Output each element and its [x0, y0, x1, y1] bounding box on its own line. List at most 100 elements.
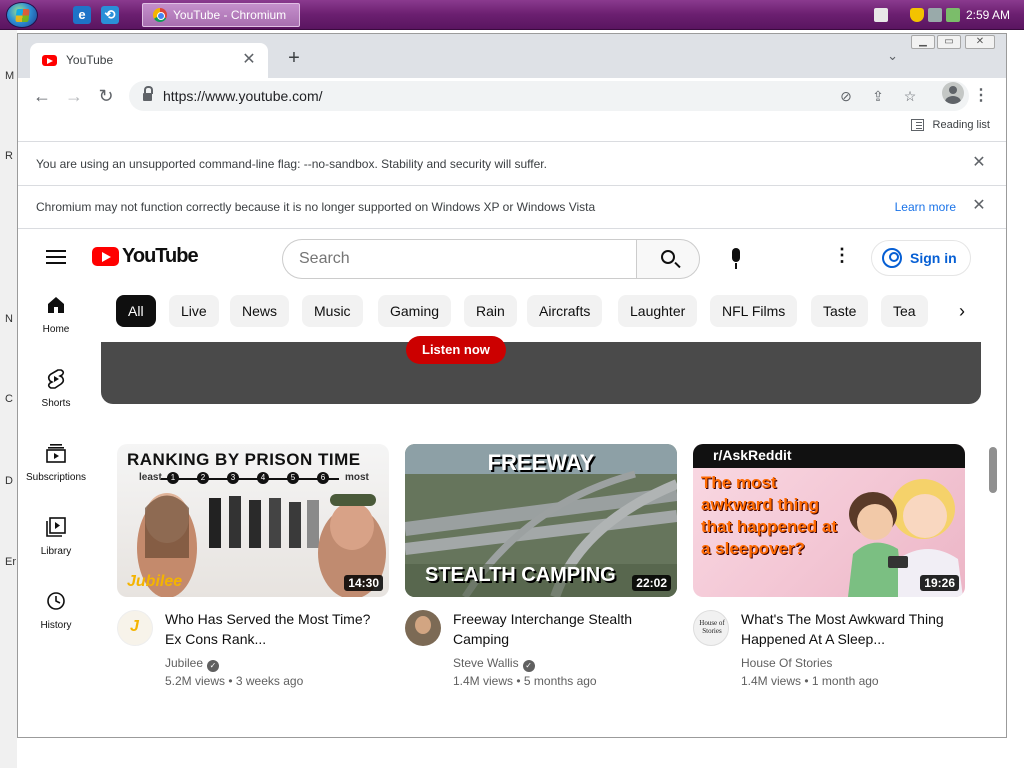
profile-avatar[interactable]	[942, 82, 964, 104]
taskbar-chromium-window[interactable]: YouTube - Chromium	[142, 3, 300, 27]
sidebar-item-shorts[interactable]: Shorts	[18, 359, 94, 423]
bookmark-star-icon[interactable]: ☆	[900, 86, 920, 106]
internet-explorer-icon[interactable]: e	[73, 6, 91, 24]
security-shield-icon[interactable]	[910, 8, 924, 22]
desktop-icon-label[interactable]: C	[5, 393, 13, 405]
subscriptions-icon	[46, 444, 66, 463]
chip-gaming[interactable]: Gaming	[378, 295, 452, 327]
tab-title: YouTube	[66, 53, 114, 67]
clock[interactable]: 2:59 AM	[966, 8, 1010, 22]
tab-search-chevron-icon[interactable]: ⌄	[887, 48, 898, 64]
youtube-favicon-icon	[42, 55, 57, 66]
listen-now-button[interactable]: Listen now	[406, 336, 506, 364]
thumbnail-text: RANKING BY PRISON TIME	[127, 450, 361, 469]
taskbar-window-title: YouTube - Chromium	[173, 8, 287, 22]
minimize-button[interactable]: ▁	[911, 35, 935, 49]
channel-avatar[interactable]: House of Stories	[693, 610, 729, 646]
chip-rain[interactable]: Rain	[464, 295, 517, 327]
desktop-icon-label[interactable]: M	[5, 70, 14, 82]
tab-youtube[interactable]: YouTube ✕	[30, 43, 268, 78]
desktop-icon-label[interactable]: Er	[5, 556, 16, 568]
chip-laughter[interactable]: Laughter	[618, 295, 698, 327]
chip-nfl-films[interactable]: NFL Films	[710, 295, 798, 327]
thumbnail-text: Jubilee	[127, 573, 183, 590]
channel-name[interactable]: House Of Stories	[741, 656, 832, 670]
chip-news[interactable]: News	[230, 295, 290, 327]
new-tab-button[interactable]: +	[282, 46, 306, 70]
thumbnail-text: The most awkward thing that happened at …	[701, 473, 838, 558]
sidebar-label: Home	[42, 324, 70, 335]
sign-in-label: Sign in	[910, 250, 957, 266]
chip-tea[interactable]: Tea	[881, 295, 928, 327]
page-scrollbar[interactable]	[989, 447, 997, 493]
channel-avatar[interactable]: J	[117, 610, 153, 646]
address-bar[interactable]: https://www.youtube.com/ ⊘ ⇪ ☆	[129, 81, 969, 111]
video-title[interactable]: Who Has Served the Most Time? Ex Cons Ra…	[165, 609, 385, 649]
chevron-right-icon[interactable]: ›	[950, 299, 974, 323]
maximize-button[interactable]: ▭	[937, 35, 961, 49]
sidebar-item-subscriptions[interactable]: Subscriptions	[18, 433, 94, 497]
network-icon[interactable]	[928, 8, 942, 22]
search-input[interactable]	[282, 239, 637, 279]
close-infobar-icon[interactable]: ✕	[970, 197, 988, 215]
chip-live[interactable]: Live	[169, 295, 219, 327]
video-title[interactable]: What's The Most Awkward Thing Happened A…	[741, 609, 961, 649]
browser-menu-icon[interactable]: ⋮	[973, 84, 989, 108]
settings-menu-icon[interactable]: ⋮	[832, 245, 852, 266]
forward-button[interactable]: →	[62, 84, 86, 108]
quick-launch-icon[interactable]: ⟲	[101, 6, 119, 24]
video-card[interactable]: r/AskReddit The most awkward thing that …	[693, 444, 965, 704]
volume-icon[interactable]	[946, 8, 960, 22]
verified-icon: ✓	[207, 660, 220, 672]
chip-music[interactable]: Music	[302, 295, 363, 327]
chip-aircrafts[interactable]: Aircrafts	[527, 295, 603, 327]
sign-in-button[interactable]: Sign in	[871, 240, 971, 276]
thumbnail-text: FREEWAY	[487, 450, 595, 475]
start-button[interactable]	[6, 2, 38, 28]
desktop-icon-label[interactable]: R	[5, 150, 13, 162]
close-infobar-icon[interactable]: ✕	[970, 154, 988, 172]
video-title[interactable]: Freeway Interchange Stealth Camping	[453, 609, 673, 649]
close-tab-icon[interactable]: ✕	[240, 51, 258, 69]
video-thumbnail[interactable]: FREEWAY STEALTH CAMPING 22:02	[405, 444, 677, 597]
voice-search-icon[interactable]	[716, 239, 756, 279]
video-thumbnail[interactable]: r/AskReddit The most awkward thing that …	[693, 444, 965, 597]
reading-list-label: Reading list	[932, 119, 990, 131]
sidebar-item-home[interactable]: Home	[18, 285, 94, 349]
desktop-icon-label[interactable]: N	[5, 313, 13, 325]
rank-dot: 4	[257, 472, 269, 484]
video-thumbnail[interactable]: RANKING BY PRISON TIME least most 1 2 3 …	[117, 444, 389, 597]
back-button[interactable]: ←	[30, 84, 54, 108]
video-card[interactable]: RANKING BY PRISON TIME least most 1 2 3 …	[117, 444, 389, 704]
verified-icon: ✓	[522, 660, 535, 672]
url-text[interactable]: https://www.youtube.com/	[163, 88, 323, 104]
chip-all[interactable]: All	[116, 295, 156, 327]
video-card[interactable]: FREEWAY STEALTH CAMPING 22:02 Freeway In…	[405, 444, 677, 704]
chromium-icon	[153, 8, 167, 22]
sidebar-item-library[interactable]: Library	[18, 507, 94, 571]
eye-off-icon[interactable]: ⊘	[836, 86, 856, 106]
video-grid: RANKING BY PRISON TIME least most 1 2 3 …	[117, 444, 977, 714]
close-window-button[interactable]: ✕	[965, 35, 995, 49]
youtube-logo-text[interactable]: YouTube	[122, 245, 199, 268]
reading-list-button[interactable]: Reading list	[910, 119, 990, 131]
channel-name-text: House Of Stories	[741, 656, 833, 670]
lock-icon[interactable]	[143, 86, 153, 101]
share-icon[interactable]: ⇪	[868, 86, 888, 106]
channel-avatar[interactable]	[405, 610, 441, 646]
chip-taste[interactable]: Taste	[811, 295, 869, 327]
rank-dot: 3	[227, 472, 239, 484]
infobar-message: You are using an unsupported command-lin…	[36, 157, 547, 171]
learn-more-link[interactable]: Learn more	[895, 200, 956, 214]
menu-hamburger-icon[interactable]	[46, 250, 66, 252]
sidebar-label: Shorts	[41, 398, 71, 409]
search-button[interactable]	[636, 239, 700, 279]
sidebar-item-history[interactable]: History	[18, 581, 94, 645]
keyboard-icon[interactable]	[874, 8, 888, 22]
desktop-icon-label[interactable]: D	[5, 475, 13, 487]
youtube-page: YouTube ⋮ Sign in Home Shorts	[18, 229, 1006, 737]
channel-name[interactable]: Jubilee ✓	[165, 656, 220, 672]
youtube-logo-icon[interactable]	[92, 247, 119, 266]
reload-button[interactable]: ↻	[94, 84, 118, 108]
channel-name[interactable]: Steve Wallis ✓	[453, 656, 535, 672]
